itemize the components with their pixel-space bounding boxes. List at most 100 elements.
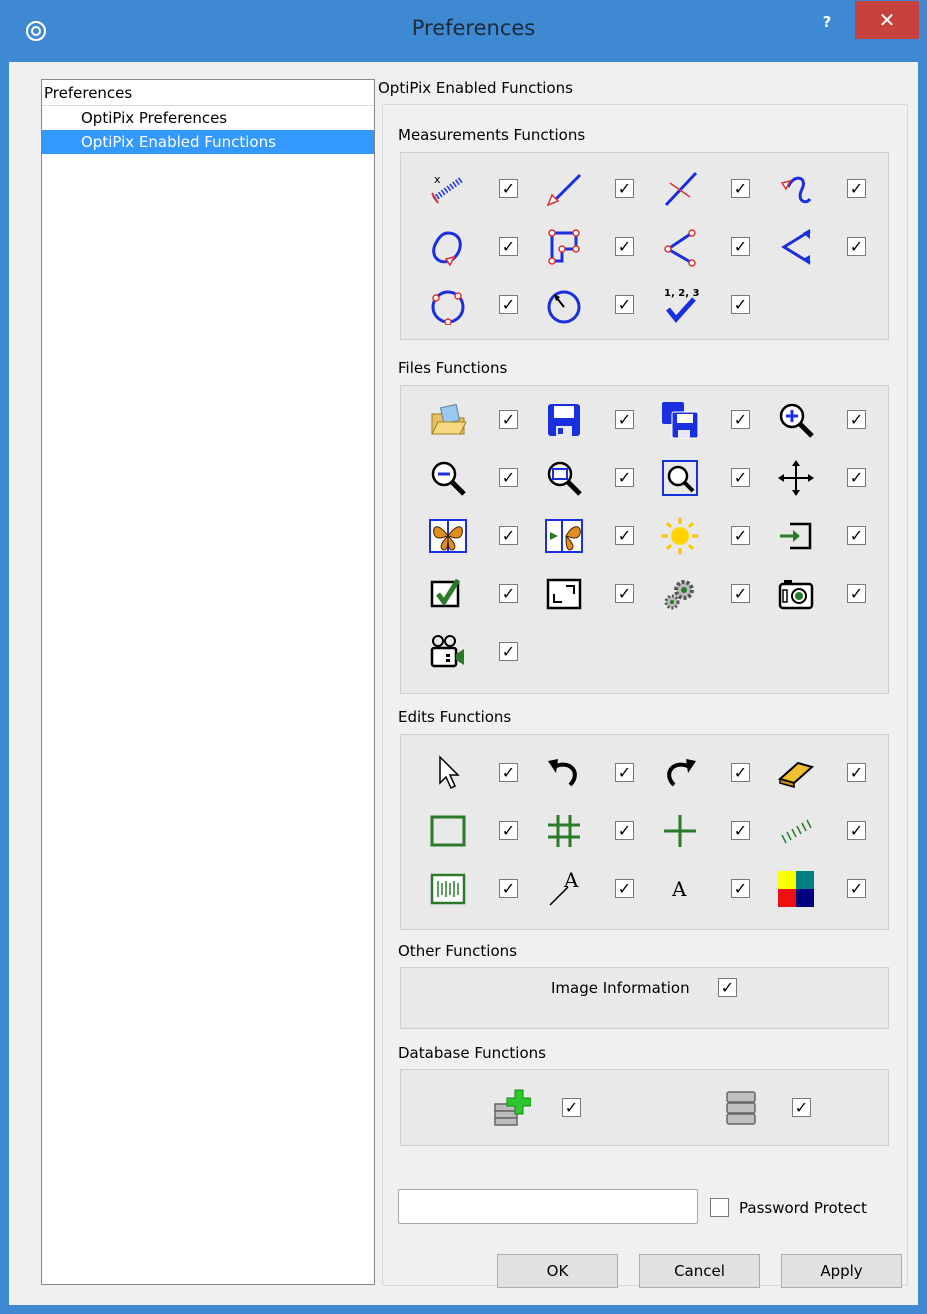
- butterfly-split-checkbox[interactable]: ✓: [615, 526, 634, 545]
- brightness-sun-checkbox[interactable]: ✓: [731, 526, 750, 545]
- zoom-in-icon: [776, 400, 816, 440]
- save-checkbox[interactable]: ✓: [615, 410, 634, 429]
- text-arrow-checkbox[interactable]: ✓: [615, 879, 634, 898]
- text-checkbox[interactable]: ✓: [731, 879, 750, 898]
- butterfly-compare-checkbox[interactable]: ✓: [499, 526, 518, 545]
- redo-option: ✓: [646, 753, 750, 793]
- color-palette-checkbox[interactable]: ✓: [847, 879, 866, 898]
- grid-icon: [544, 811, 584, 851]
- save-option: ✓: [530, 400, 634, 440]
- crosshair-checkbox[interactable]: ✓: [731, 821, 750, 840]
- svg-text:A: A: [671, 877, 687, 901]
- text-icon: A: [660, 869, 700, 909]
- circle-three-point-checkbox[interactable]: ✓: [499, 295, 518, 314]
- close-button[interactable]: ✕: [855, 1, 919, 39]
- open-image-checkbox[interactable]: ✓: [499, 410, 518, 429]
- butterfly-compare-option: ✓: [414, 516, 518, 556]
- zoom-out-icon: [428, 458, 468, 498]
- redo-checkbox[interactable]: ✓: [731, 763, 750, 782]
- ok-button[interactable]: OK: [497, 1254, 618, 1288]
- butterfly-split-option: ✓: [530, 516, 634, 556]
- circle-radius-option: ✓: [530, 285, 634, 325]
- curve-length-checkbox[interactable]: ✓: [847, 179, 866, 198]
- zoom-fit-icon: [660, 458, 700, 498]
- angle-three-point-checkbox[interactable]: ✓: [731, 237, 750, 256]
- check-box-checkbox[interactable]: ✓: [499, 584, 518, 603]
- fullscreen-checkbox[interactable]: ✓: [615, 584, 634, 603]
- database-add-checkbox[interactable]: ✓: [562, 1098, 581, 1117]
- crossed-line-icon: [660, 169, 700, 209]
- cancel-button[interactable]: Cancel: [639, 1254, 760, 1288]
- tree-item-optipix-preferences[interactable]: OptiPix Preferences: [42, 106, 374, 130]
- brightness-sun-icon: [660, 516, 700, 556]
- database-checkbox[interactable]: ✓: [792, 1098, 811, 1117]
- scale-bar-option: ✓: [414, 869, 518, 909]
- zoom-out-checkbox[interactable]: ✓: [499, 468, 518, 487]
- zoom-window-option: ✓: [530, 458, 634, 498]
- color-palette-icon: [776, 869, 816, 909]
- svg-text:A: A: [563, 869, 579, 892]
- polygon-area-checkbox[interactable]: ✓: [615, 237, 634, 256]
- save-all-checkbox[interactable]: ✓: [731, 410, 750, 429]
- svg-text:x: x: [434, 173, 441, 186]
- dialog-body: Preferences OptiPix Preferences OptiPix …: [9, 62, 918, 1305]
- crossed-line-checkbox[interactable]: ✓: [731, 179, 750, 198]
- camera-checkbox[interactable]: ✓: [847, 584, 866, 603]
- pan-move-checkbox[interactable]: ✓: [847, 468, 866, 487]
- save-all-option: ✓: [646, 400, 750, 440]
- calibrate-ruler-checkbox[interactable]: ✓: [499, 179, 518, 198]
- calibrate-ruler-icon: x: [428, 169, 468, 209]
- files-section-label: Files Functions: [398, 359, 508, 377]
- open-image-option: ✓: [414, 400, 518, 440]
- title-bar[interactable]: Preferences ? ✕: [0, 0, 927, 62]
- calibrate-ruler-option: x ✓: [414, 169, 518, 209]
- rectangle-checkbox[interactable]: ✓: [499, 821, 518, 840]
- image-information-label: Image Information: [551, 979, 690, 997]
- camera-option: ✓: [762, 574, 866, 614]
- line-measure-option: ✓: [530, 169, 634, 209]
- redo-icon: [660, 753, 700, 793]
- hatch-lines-checkbox[interactable]: ✓: [847, 821, 866, 840]
- svg-text:1, 2, 3: 1, 2, 3: [664, 288, 699, 299]
- eraser-checkbox[interactable]: ✓: [847, 763, 866, 782]
- zoom-in-checkbox[interactable]: ✓: [847, 410, 866, 429]
- zoom-window-icon: [544, 458, 584, 498]
- password-protect-checkbox[interactable]: [710, 1198, 729, 1217]
- pointer-arrow-checkbox[interactable]: ✓: [499, 763, 518, 782]
- freehand-area-option: ✓: [414, 227, 518, 267]
- circle-radius-checkbox[interactable]: ✓: [615, 295, 634, 314]
- zoom-fit-checkbox[interactable]: ✓: [731, 468, 750, 487]
- undo-option: ✓: [530, 753, 634, 793]
- zoom-window-checkbox[interactable]: ✓: [615, 468, 634, 487]
- video-camera-checkbox[interactable]: ✓: [499, 642, 518, 661]
- freehand-area-icon: [428, 227, 468, 267]
- fullscreen-icon: [544, 574, 584, 614]
- edits-section-label: Edits Functions: [398, 708, 512, 726]
- angle-arrows-checkbox[interactable]: ✓: [847, 237, 866, 256]
- help-button[interactable]: ?: [812, 10, 842, 34]
- hatch-lines-icon: [776, 811, 816, 851]
- undo-checkbox[interactable]: ✓: [615, 763, 634, 782]
- preferences-tree[interactable]: Preferences OptiPix Preferences OptiPix …: [41, 79, 375, 1285]
- database-group: ✓ ✓: [400, 1069, 889, 1146]
- settings-gears-checkbox[interactable]: ✓: [731, 584, 750, 603]
- angle-arrows-option: ✓: [762, 227, 866, 267]
- grid-checkbox[interactable]: ✓: [615, 821, 634, 840]
- pan-move-option: ✓: [762, 458, 866, 498]
- password-input[interactable]: [398, 1189, 698, 1224]
- undo-icon: [544, 753, 584, 793]
- import-checkbox[interactable]: ✓: [847, 526, 866, 545]
- line-measure-checkbox[interactable]: ✓: [615, 179, 634, 198]
- circle-three-point-option: ✓: [414, 285, 518, 325]
- scale-bar-checkbox[interactable]: ✓: [499, 879, 518, 898]
- polygon-area-icon: [544, 227, 584, 267]
- database-icon: [721, 1088, 761, 1128]
- zoom-fit-option: ✓: [646, 458, 750, 498]
- tree-item-optipix-enabled-functions[interactable]: OptiPix Enabled Functions: [42, 130, 374, 154]
- text-arrow-icon: A: [544, 869, 584, 909]
- database-add-icon: [491, 1088, 531, 1128]
- freehand-area-checkbox[interactable]: ✓: [499, 237, 518, 256]
- apply-button[interactable]: Apply: [781, 1254, 902, 1288]
- count-checkmark-checkbox[interactable]: ✓: [731, 295, 750, 314]
- image-information-checkbox[interactable]: ✓: [718, 978, 737, 997]
